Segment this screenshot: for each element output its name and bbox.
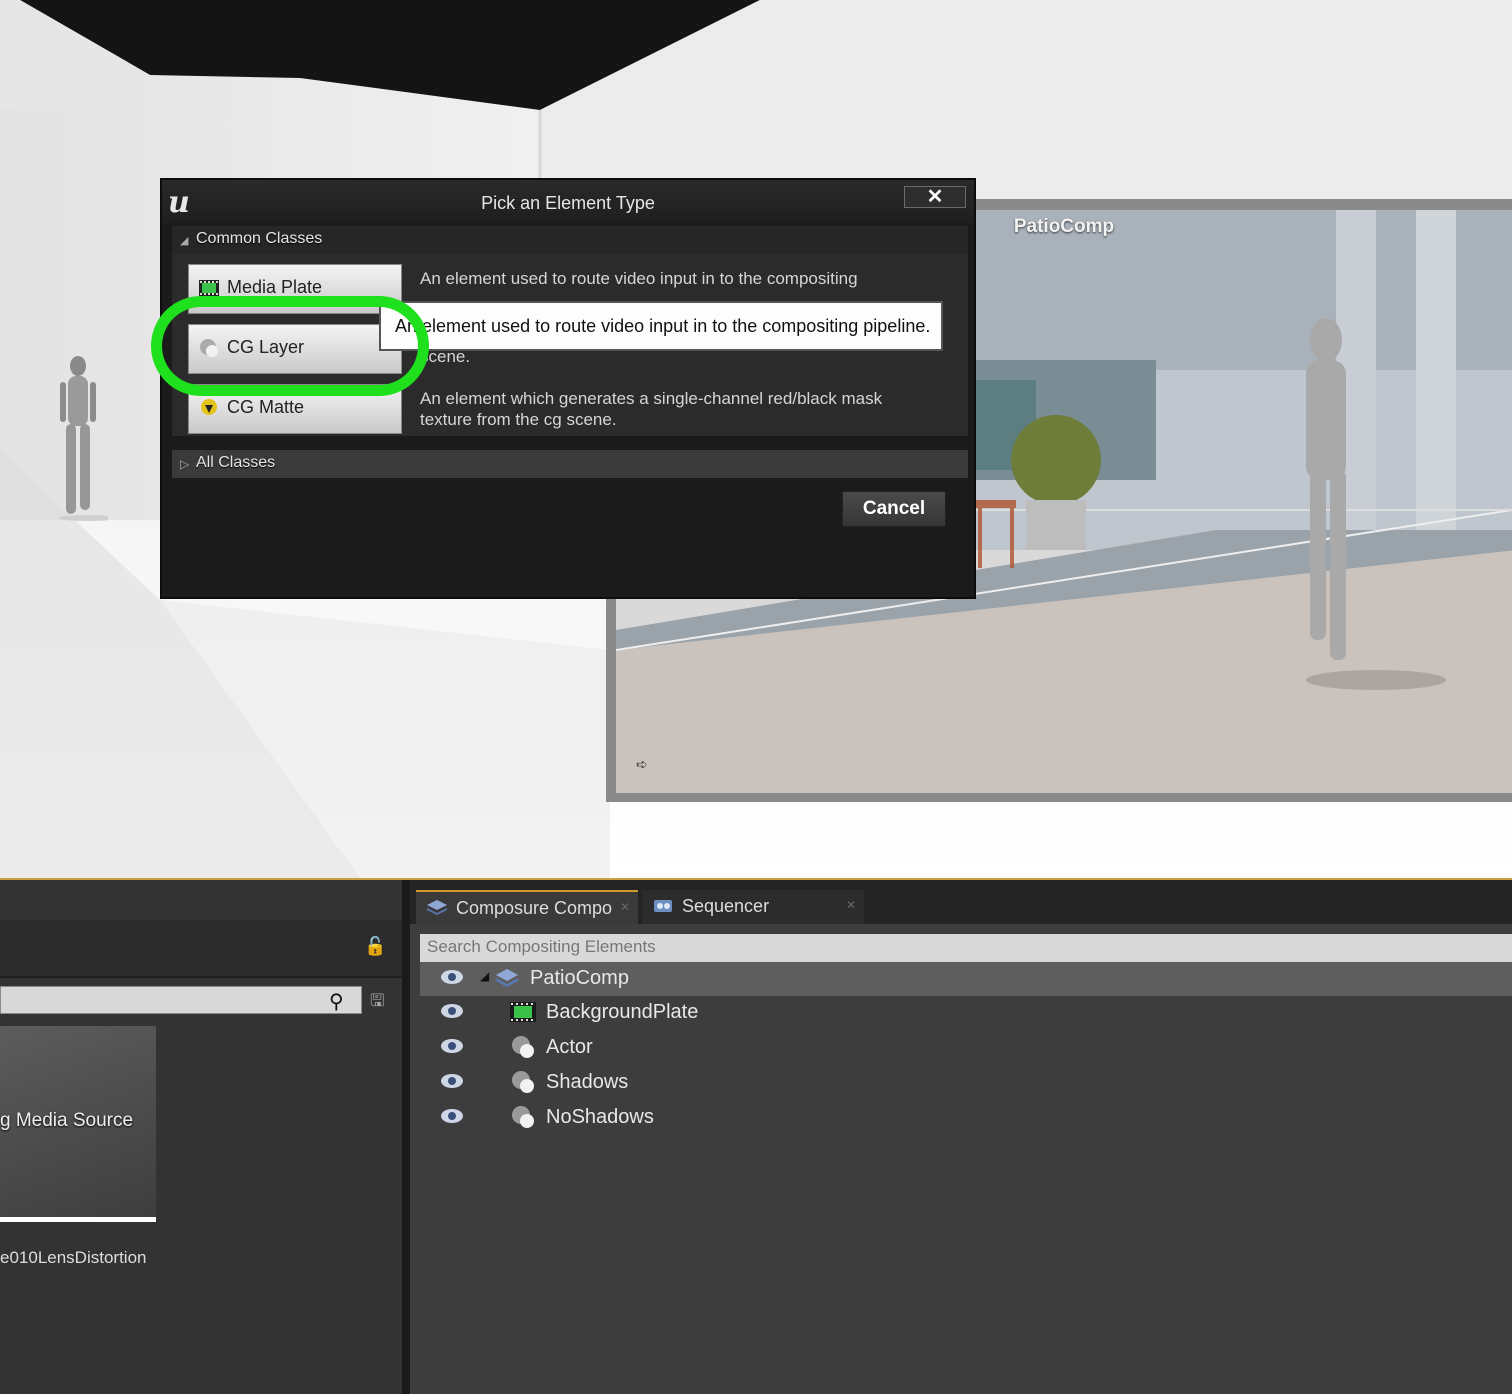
visibility-eye-icon[interactable] (440, 1072, 464, 1090)
element-label: PatioComp (530, 967, 629, 989)
lock-icon[interactable]: 🔓 (364, 936, 386, 957)
close-tab-icon[interactable]: ✕ (846, 898, 856, 912)
dialog-title: Pick an Element Type (481, 193, 655, 213)
film-icon (510, 1002, 536, 1022)
element-row-noshadows[interactable]: NoShadows (420, 1101, 1512, 1135)
composure-icon (427, 900, 447, 915)
panel-splitter[interactable] (402, 880, 410, 1394)
all-classes-label: All Classes (196, 454, 276, 471)
highlight-ring (151, 296, 429, 396)
element-label: NoShadows (546, 1106, 654, 1128)
element-row-backgroundplate[interactable]: BackgroundPlate (420, 996, 1512, 1030)
content-browser-panel: 🔓 ⚲ 🖫 g Media Source e010LensDistortion (0, 880, 402, 1394)
cancel-button[interactable]: Cancel (842, 491, 946, 527)
cg-layer-icon (512, 1106, 534, 1128)
asset-thumbnail-label: g Media Source (0, 1110, 134, 1131)
compositing-elements-panel: Search Compositing Elements ◢ PatioComp … (410, 924, 1512, 1394)
tab-bar: Composure Compo ✕ Sequencer ✕ (410, 880, 1512, 924)
asset-thumbnail[interactable]: g Media Source (0, 1026, 156, 1222)
expand-triangle-icon: ▷ (180, 457, 190, 471)
collapse-triangle-icon: ◢ (180, 235, 189, 247)
tooltip: An element used to route video input in … (379, 301, 943, 351)
matte-icon (201, 399, 217, 415)
element-label: BackgroundPlate (546, 1001, 699, 1023)
save-search-icon[interactable]: 🖫 (370, 988, 384, 1017)
asset-name[interactable]: e010LensDistortion (0, 1248, 146, 1268)
cg-matte-label: CG Matte (227, 397, 305, 417)
cg-matte-description: An element which generates a single-chan… (420, 389, 883, 429)
common-classes-label: Common Classes (196, 230, 323, 247)
mannequin-figure (58, 356, 108, 521)
comp-layers-icon (496, 969, 518, 987)
bottom-panel-area: 🔓 ⚲ 🖫 g Media Source e010LensDistortion … (0, 878, 1512, 1394)
media-plate-label: Media Plate (227, 277, 323, 297)
visibility-eye-icon[interactable] (440, 1107, 464, 1125)
visibility-eye-icon[interactable] (440, 1002, 464, 1020)
common-classes-header[interactable]: ◢ Common Classes (172, 226, 968, 254)
all-classes-header[interactable]: ▷ All Classes (172, 450, 968, 478)
expand-arrow-icon[interactable]: ◢ (480, 969, 489, 983)
search-compositing-input[interactable]: Search Compositing Elements (420, 934, 1512, 962)
element-row-patiocomp[interactable]: ◢ PatioComp (420, 962, 1512, 996)
tab-sequencer[interactable]: Sequencer ✕ (642, 890, 864, 924)
element-label: Actor (546, 1036, 593, 1058)
tab-composure-compositing[interactable]: Composure Compo ✕ (416, 890, 638, 924)
visibility-eye-icon[interactable] (440, 1037, 464, 1055)
element-row-shadows[interactable]: Shadows (420, 1066, 1512, 1100)
element-row-actor[interactable]: Actor (420, 1031, 1512, 1065)
content-browser-toolbar (0, 920, 402, 978)
dialog-titlebar[interactable]: u Pick an Element Type ✕ (162, 180, 974, 224)
preview-options-icon[interactable]: ➪ (636, 756, 658, 772)
tab-label: Composure Compo (456, 898, 613, 918)
cg-layer-icon (512, 1071, 534, 1093)
search-icon[interactable]: ⚲ (329, 989, 344, 1014)
tab-label: Sequencer (682, 896, 770, 916)
visibility-eye-icon[interactable] (440, 968, 464, 986)
cg-layer-icon (512, 1036, 534, 1058)
media-plate-description: An element used to route video input in … (420, 269, 858, 288)
film-icon (199, 280, 219, 296)
close-tab-icon[interactable]: ✕ (620, 900, 630, 914)
sequencer-icon (654, 900, 672, 912)
content-search-input[interactable]: ⚲ (0, 986, 362, 1014)
close-button[interactable]: ✕ (904, 186, 966, 208)
element-label: Shadows (546, 1071, 629, 1093)
